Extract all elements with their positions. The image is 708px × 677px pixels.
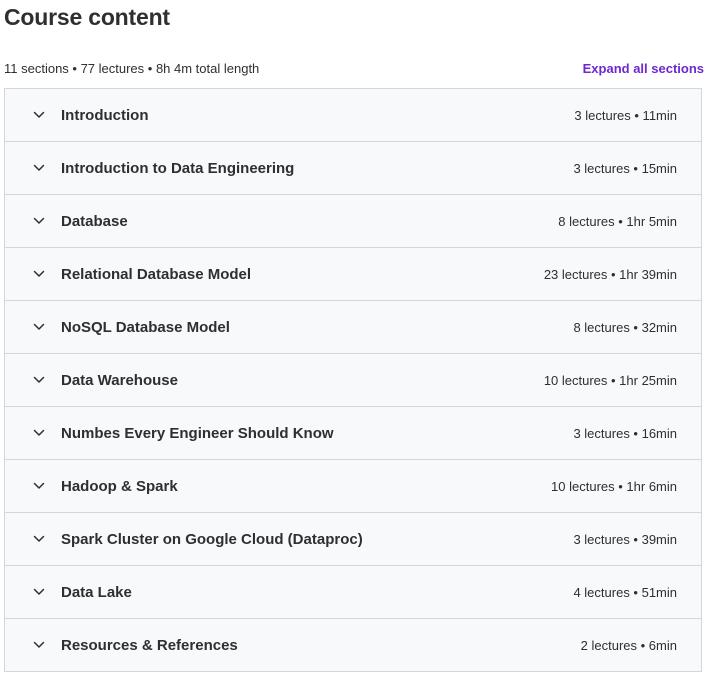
section-row[interactable]: Hadoop & Spark 10 lectures • 1hr 6min (5, 460, 701, 513)
chevron-down-icon (33, 374, 45, 386)
section-meta: 3 lectures • 11min (574, 107, 677, 123)
chevron-down-icon (33, 586, 45, 598)
course-summary-row: 11 sections • 77 lectures • 8h 4m total … (4, 58, 704, 78)
section-meta: 4 lectures • 51min (573, 584, 677, 600)
chevron-down-icon (33, 215, 45, 227)
section-meta: 10 lectures • 1hr 25min (543, 372, 677, 388)
section-meta: 2 lectures • 6min (580, 637, 677, 653)
section-title: Hadoop & Spark (61, 477, 178, 495)
course-sections-list: Introduction 3 lectures • 11min Introduc… (4, 88, 702, 672)
section-title: NoSQL Database Model (61, 318, 230, 336)
chevron-down-icon (33, 533, 45, 545)
section-row[interactable]: Introduction 3 lectures • 11min (5, 89, 701, 142)
page-title: Course content (4, 4, 170, 30)
section-title: Spark Cluster on Google Cloud (Dataproc) (61, 530, 363, 548)
section-meta: 23 lectures • 1hr 39min (543, 266, 677, 282)
section-row[interactable]: Database 8 lectures • 1hr 5min (5, 195, 701, 248)
section-title: Relational Database Model (61, 265, 252, 283)
section-meta: 8 lectures • 32min (573, 319, 677, 335)
chevron-down-icon (33, 321, 45, 333)
chevron-down-icon (33, 109, 45, 121)
section-row[interactable]: NoSQL Database Model 8 lectures • 32min (5, 301, 701, 354)
chevron-down-icon (33, 162, 45, 174)
section-meta: 10 lectures • 1hr 6min (551, 478, 677, 494)
section-title: Numbes Every Engineer Should Know (61, 424, 334, 442)
section-row[interactable]: Numbes Every Engineer Should Know 3 lect… (5, 407, 701, 460)
section-meta: 3 lectures • 39min (573, 531, 677, 547)
section-row[interactable]: Introduction to Data Engineering 3 lectu… (5, 142, 701, 195)
section-meta: 3 lectures • 15min (573, 160, 677, 176)
section-title: Database (61, 212, 128, 230)
chevron-down-icon (33, 639, 45, 651)
section-title: Data Lake (61, 583, 132, 601)
section-title: Introduction (61, 106, 149, 124)
section-row[interactable]: Relational Database Model 23 lectures • … (5, 248, 701, 301)
section-title: Data Warehouse (61, 371, 178, 389)
chevron-down-icon (33, 427, 45, 439)
section-row[interactable]: Resources & References 2 lectures • 6min (5, 619, 701, 671)
section-row[interactable]: Spark Cluster on Google Cloud (Dataproc)… (5, 513, 701, 566)
section-title: Resources & References (61, 636, 238, 654)
expand-all-sections-button[interactable]: Expand all sections (583, 61, 704, 76)
course-summary: 11 sections • 77 lectures • 8h 4m total … (4, 60, 260, 76)
section-title: Introduction to Data Engineering (61, 159, 295, 177)
section-meta: 3 lectures • 16min (573, 425, 677, 441)
section-row[interactable]: Data Warehouse 10 lectures • 1hr 25min (5, 354, 701, 407)
chevron-down-icon (33, 480, 45, 492)
section-row[interactable]: Data Lake 4 lectures • 51min (5, 566, 701, 619)
chevron-down-icon (33, 268, 45, 280)
section-meta: 8 lectures • 1hr 5min (558, 213, 677, 229)
